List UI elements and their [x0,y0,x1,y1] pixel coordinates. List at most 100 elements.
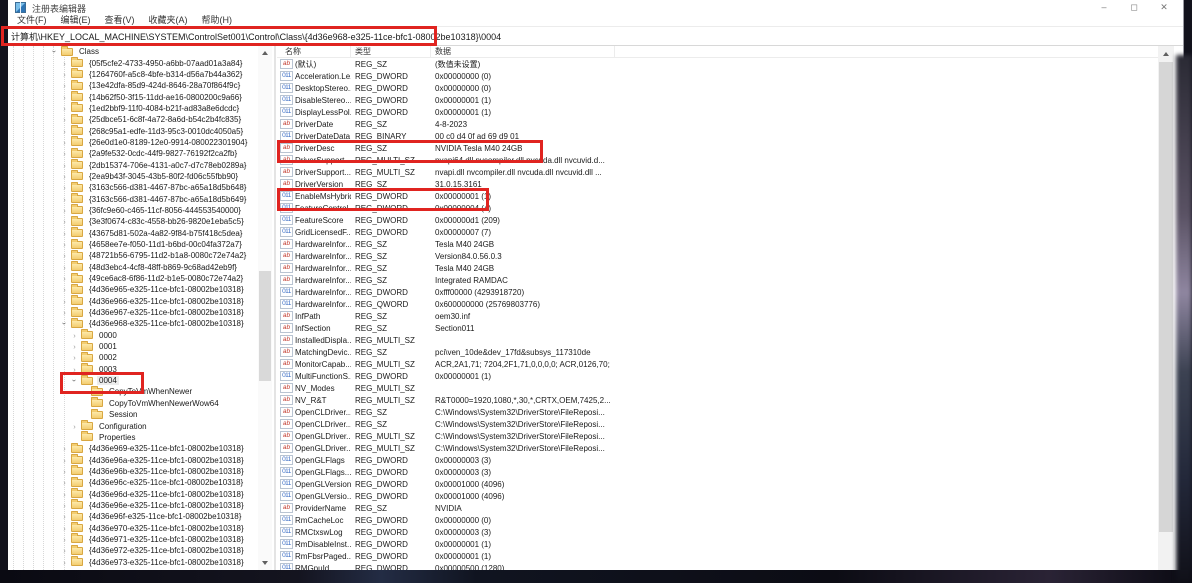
close-button[interactable]: ✕ [1149,0,1179,15]
tree-item[interactable]: › {4d36e968-e325-11ce-bfc1-08002be10318} [8,317,273,329]
registry-value-row[interactable]: 011 DisplayLessPol... REG_DWORD 0x00000001 … [277,106,1158,118]
tree-item[interactable]: › {4d36e96e-e325-11ce-bfc1-08002be10318} [8,499,273,511]
chevron-collapsed-icon[interactable]: › [70,365,79,374]
tree-item[interactable]: › {4d36e96b-e325-11ce-bfc1-08002be10318} [8,465,273,477]
menu-item[interactable]: 查看(V) [98,15,142,26]
chevron-collapsed-icon[interactable]: › [60,93,69,102]
tree-item[interactable]: › {268c95a1-edfe-11d3-95c3-0010dc4050a5} [8,125,273,136]
chevron-collapsed-icon[interactable]: › [60,501,69,510]
chevron-collapsed-icon[interactable]: › [60,535,69,544]
scroll-down-icon[interactable] [258,556,272,570]
registry-value-row[interactable]: 011 RMGpuId REG_DWORD 0x00000500 (1280) [277,562,1158,570]
registry-value-row[interactable]: 011 OpenGLVersio... REG_DWORD 0x00001000 (4… [277,490,1158,502]
tree-item[interactable]: › 0003 [8,363,273,375]
registry-value-row[interactable]: 011 HardwareInfor... REG_DWORD 0xfff00000 (… [277,286,1158,298]
values-scrollbar[interactable] [1158,46,1174,570]
chevron-collapsed-icon[interactable]: › [60,70,69,79]
registry-value-row[interactable]: ab NV_Modes REG_MULTI_SZ [277,382,1158,394]
chevron-collapsed-icon[interactable]: › [60,138,69,147]
tree-item[interactable]: › {43675d81-502a-4a82-9f84-b75f418c5dea} [8,227,273,239]
tree-item[interactable]: Session [8,408,273,420]
tree-item[interactable]: › 0004 [8,371,273,395]
tree-item[interactable]: › Class [8,46,273,57]
tree-item[interactable]: Properties [8,431,273,443]
chevron-collapsed-icon[interactable]: › [70,331,79,340]
address-input[interactable] [8,28,1183,45]
registry-value-row[interactable]: ab DriverDate REG_SZ 4-8-2023 [277,118,1158,130]
tree-item[interactable]: › {4d36e96c-e325-11ce-bfc1-08002be10318} [8,476,273,488]
tree-item[interactable]: › {2ea9b43f-3045-43b5-80f2-fd06c55fbb90} [8,170,273,182]
tree-item[interactable]: › {49ce6ac8-6f86-11d2-b1e5-0080c72e74a2} [8,272,273,284]
registry-value-row[interactable]: ab HardwareInfor... REG_SZ Integrated RAMDA… [277,274,1158,286]
scroll-up-icon[interactable] [1158,46,1174,61]
menu-item[interactable]: 编辑(E) [54,15,98,26]
registry-value-row[interactable]: 011 OpenGLVersion REG_DWORD 0x00001000 (409… [277,478,1158,490]
registry-value-row[interactable]: ab MonitorCapab... REG_MULTI_SZ ACR,2A1,71;… [277,358,1158,370]
tree-item[interactable]: › {4d36e972-e325-11ce-bfc1-08002be10318} [8,544,273,556]
registry-value-row[interactable]: ab HardwareInfor... REG_SZ Tesla M40 24GB [277,262,1158,274]
chevron-collapsed-icon[interactable]: › [60,229,69,238]
chevron-collapsed-icon[interactable]: › [60,127,69,136]
registry-value-row[interactable]: 011 DesktopStereo... REG_DWORD 0x00000000 (… [277,82,1158,94]
tree-item[interactable]: CopyToVmWhenNewer [8,385,273,397]
column-header-data[interactable]: 数据 [431,46,615,57]
tree-item[interactable]: › {2db15374-706e-4131-a0c7-d7c78eb0289a} [8,159,273,170]
tree-item[interactable]: › {3e3f0674-c83c-4558-bb26-9820e1eba5c5} [8,215,273,227]
chevron-collapsed-icon[interactable]: › [60,161,69,170]
registry-value-row[interactable]: ab HardwareInfor... REG_SZ Tesla M40 24GB [277,238,1158,250]
chevron-collapsed-icon[interactable]: › [60,81,69,90]
chevron-collapsed-icon[interactable]: › [60,263,69,272]
values-scrollbar-thumb[interactable] [1159,62,1173,532]
chevron-collapsed-icon[interactable]: › [60,478,69,487]
chevron-collapsed-icon[interactable]: › [60,172,69,181]
registry-value-row[interactable]: 011 OpenGLFlags REG_DWORD 0x00000003 (3) [277,454,1158,466]
tree-item[interactable]: › {4d36e969-e325-11ce-bfc1-08002be10318} [8,442,273,454]
chevron-collapsed-icon[interactable]: › [60,512,69,521]
tree-item[interactable]: › {26e0d1e0-8189-12e0-9914-080022301904} [8,136,273,148]
registry-value-row[interactable]: ab OpenCLDriver... REG_SZ C:\Windows\System… [277,406,1158,418]
tree-item[interactable]: › {13e42dfa-85d9-424d-8646-28a70f864f9c} [8,79,273,91]
chevron-expanded-icon[interactable]: › [70,376,79,385]
chevron-collapsed-icon[interactable]: › [60,240,69,249]
chevron-collapsed-icon[interactable]: › [60,149,69,158]
tree-item[interactable]: › {25dbce51-6c8f-4a72-8a6d-b54c2b4fc835} [8,113,273,125]
registry-value-row[interactable]: 011 OpenGLFlags... REG_DWORD 0x00000003 (3) [277,466,1158,478]
registry-value-row[interactable]: ab OpenGLDriver... REG_MULTI_SZ C:\Windows\… [277,442,1158,454]
minimize-button[interactable]: – [1089,0,1119,15]
tree-item[interactable]: › 0002 [8,351,273,363]
registry-value-row[interactable]: 011 RmDisableInst... REG_DWORD 0x00000001 (… [277,538,1158,550]
chevron-collapsed-icon[interactable]: › [60,467,69,476]
tree-item[interactable]: › {4d36e96a-e325-11ce-bfc1-08002be10318} [8,454,273,465]
chevron-collapsed-icon[interactable]: › [60,183,69,192]
tree-item[interactable]: › {4d36e96f-e325-11ce-bfc1-08002be10318} [8,510,273,522]
registry-value-row[interactable]: ab DriverVersion REG_SZ 31.0.15.3161 [277,178,1158,190]
registry-value-row[interactable]: ab DriverDesc REG_SZ NVIDIA Tesla M40 24GB [277,140,1158,163]
registry-value-row[interactable]: ab NV_R&T REG_MULTI_SZ R&T0000=1920,1080,*,… [277,394,1158,406]
menu-item[interactable]: 帮助(H) [195,15,240,26]
tree-item[interactable]: › {4d36e96d-e325-11ce-bfc1-08002be10318} [8,488,273,499]
registry-value-row[interactable]: ab ProviderName REG_SZ NVIDIA [277,502,1158,514]
tree-item[interactable]: › {05f5cfe2-4733-4950-a6bb-07aad01a3a84} [8,57,273,68]
registry-value-row[interactable]: 011 Acceleration.Le... REG_DWORD 0x00000000… [277,70,1158,82]
chevron-collapsed-icon[interactable]: › [60,217,69,226]
chevron-collapsed-icon[interactable]: › [60,195,69,204]
registry-value-row[interactable]: 011 MultiFunctionS... REG_DWORD 0x00000001 … [277,370,1158,382]
registry-value-row[interactable]: 011 DisableStereo... REG_DWORD 0x00000001 (… [277,94,1158,106]
chevron-expanded-icon[interactable]: › [50,47,59,56]
chevron-collapsed-icon[interactable]: › [60,308,69,317]
tree-item[interactable]: › {1264760f-a5c8-4bfe-b314-d56a7b44a362} [8,68,273,80]
tree-scrollbar-thumb[interactable] [259,271,271,381]
tree-item[interactable]: › Configuration [8,420,273,431]
tree-item[interactable]: CopyToVmWhenNewerWow64 [8,397,273,409]
tree-item[interactable]: › {14b62f50-3f15-11dd-ae16-0800200c9a66} [8,91,273,102]
chevron-collapsed-icon[interactable]: › [60,206,69,215]
tree-item[interactable]: › {3163c566-d381-4467-87bc-a65a18d5b648} [8,181,273,193]
pane-splitter[interactable] [274,46,276,570]
scroll-up-icon[interactable] [258,46,272,60]
maximize-button[interactable]: ◻ [1119,0,1149,15]
tree-item[interactable]: › {4d36e973-e325-11ce-bfc1-08002be10318} [8,556,273,567]
tree-item[interactable]: › {3163c566-d381-4467-87bc-a65a18d5b649} [8,193,273,204]
tree-item[interactable]: › {48721b56-6795-11d2-b1a8-0080c72e74a2} [8,249,273,261]
tree-item[interactable]: › {4d36e966-e325-11ce-bfc1-08002be10318} [8,295,273,307]
chevron-collapsed-icon[interactable]: › [60,274,69,283]
